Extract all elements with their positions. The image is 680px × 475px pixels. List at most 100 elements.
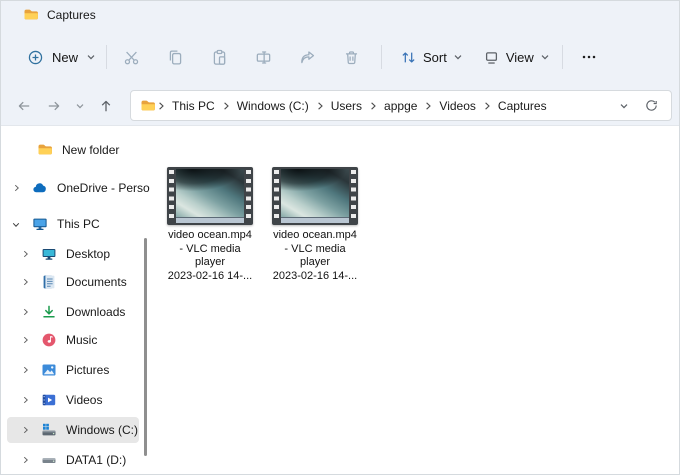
explorer-tab-captures[interactable]: Captures bbox=[13, 1, 106, 29]
back-icon bbox=[16, 98, 32, 114]
copy-button[interactable] bbox=[159, 40, 191, 74]
sidebar-item-desktop[interactable]: Desktop bbox=[7, 241, 139, 267]
chevron-right-icon[interactable] bbox=[19, 335, 31, 345]
filmstrip-sprockets-left bbox=[169, 170, 174, 222]
file-name-line: 2023-02-16 14-... bbox=[265, 270, 365, 284]
window-chrome: Captures New bbox=[1, 1, 679, 126]
breadcrumb-chevron-icon[interactable] bbox=[156, 101, 166, 111]
sidebar-item-downloads[interactable]: Downloads bbox=[7, 299, 139, 325]
file-name-line: 2023-02-16 14-... bbox=[160, 270, 260, 284]
sidebar-item-data1-d[interactable]: DATA1 (D:) bbox=[7, 447, 139, 473]
breadcrumb-chevron-icon[interactable] bbox=[221, 101, 231, 111]
paste-button[interactable] bbox=[203, 40, 235, 74]
rename-button[interactable] bbox=[247, 40, 279, 74]
dropdown-chevron-icon bbox=[619, 101, 629, 111]
breadcrumb-videos[interactable]: Videos bbox=[433, 99, 481, 113]
ocean-video-frame bbox=[281, 169, 349, 223]
chevron-down-icon bbox=[540, 52, 550, 62]
up-button[interactable] bbox=[91, 91, 121, 121]
recent-locations-button[interactable] bbox=[69, 91, 91, 121]
chevron-right-icon[interactable] bbox=[19, 455, 31, 465]
file-item-video-ocean-2[interactable]: video ocean.mp4 - VLC media player 2023-… bbox=[265, 167, 365, 283]
sidebar-item-this-pc[interactable]: This PC bbox=[7, 211, 139, 237]
delete-icon bbox=[343, 49, 360, 66]
breadcrumb-windows-c[interactable]: Windows (C:) bbox=[231, 99, 315, 113]
forward-button[interactable] bbox=[39, 91, 69, 121]
sidebar-item-videos[interactable]: Videos bbox=[7, 387, 139, 413]
chevron-right-icon[interactable] bbox=[19, 277, 31, 287]
cut-button[interactable] bbox=[115, 40, 147, 74]
sidebar-item-documents[interactable]: Documents bbox=[7, 269, 139, 295]
desktop-icon bbox=[41, 246, 57, 262]
sidebar-item-label: Windows (C:) bbox=[66, 423, 138, 437]
breadcrumb-appge[interactable]: appge bbox=[378, 99, 423, 113]
address-row: This PC Windows (C:) Users appge Videos … bbox=[1, 85, 679, 126]
breadcrumb-chevron-icon[interactable] bbox=[315, 101, 325, 111]
sidebar-item-label: Pictures bbox=[66, 363, 109, 377]
vlc-toolbar-strip bbox=[176, 217, 244, 223]
forward-icon bbox=[46, 98, 62, 114]
titlebar: Captures bbox=[1, 1, 679, 29]
chevron-down-icon[interactable] bbox=[10, 221, 22, 228]
file-name-label: video ocean.mp4 - VLC media player 2023-… bbox=[265, 229, 365, 283]
music-icon bbox=[41, 332, 57, 348]
chevron-right-icon[interactable] bbox=[19, 395, 31, 405]
chevron-right-icon[interactable] bbox=[19, 307, 31, 317]
recent-locations-icon bbox=[75, 101, 85, 111]
more-options-button[interactable] bbox=[573, 40, 605, 74]
breadcrumb-chevron-icon[interactable] bbox=[482, 101, 492, 111]
file-name-line: - VLC media bbox=[160, 243, 260, 257]
chevron-right-icon[interactable] bbox=[19, 425, 31, 435]
chevron-right-icon[interactable] bbox=[19, 249, 31, 259]
refresh-button[interactable] bbox=[637, 93, 665, 119]
navigation-pane: New folder OneDrive - Perso This PC bbox=[1, 126, 151, 474]
toolbar-divider bbox=[106, 45, 107, 69]
sidebar-scrollbar[interactable] bbox=[144, 238, 147, 456]
video-filmstrip-thumbnail bbox=[272, 167, 358, 225]
breadcrumb-captures[interactable]: Captures bbox=[492, 99, 553, 113]
back-button[interactable] bbox=[9, 91, 39, 121]
sidebar-item-label: OneDrive - Perso bbox=[57, 181, 150, 195]
rename-icon bbox=[255, 49, 272, 66]
chevron-right-icon[interactable] bbox=[10, 183, 22, 193]
sidebar-item-label: Downloads bbox=[66, 305, 125, 319]
view-button-label: View bbox=[506, 50, 534, 65]
sidebar-item-windows-c[interactable]: Windows (C:) bbox=[7, 417, 139, 443]
filmstrip-sprockets-left bbox=[274, 170, 279, 222]
file-name-line: player bbox=[265, 256, 365, 270]
delete-button[interactable] bbox=[335, 40, 367, 74]
breadcrumb-chevron-icon[interactable] bbox=[423, 101, 433, 111]
address-bar[interactable]: This PC Windows (C:) Users appge Videos … bbox=[130, 90, 672, 121]
command-bar: New bbox=[1, 29, 679, 85]
breadcrumb-this-pc[interactable]: This PC bbox=[166, 99, 221, 113]
sort-button[interactable]: Sort bbox=[390, 40, 473, 74]
share-button[interactable] bbox=[291, 40, 323, 74]
filmstrip-sprockets-right bbox=[246, 170, 251, 222]
pictures-icon bbox=[41, 362, 57, 378]
file-item-video-ocean-1[interactable]: video ocean.mp4 - VLC media player 2023-… bbox=[160, 167, 260, 283]
address-dropdown-button[interactable] bbox=[611, 93, 637, 119]
folder-icon[interactable] bbox=[140, 98, 156, 114]
file-name-label: video ocean.mp4 - VLC media player 2023-… bbox=[160, 229, 260, 283]
view-button[interactable]: View bbox=[473, 40, 560, 74]
ocean-video-frame bbox=[176, 169, 244, 223]
tab-title: Captures bbox=[47, 8, 96, 22]
chevron-right-icon[interactable] bbox=[19, 365, 31, 375]
refresh-icon bbox=[644, 98, 659, 113]
breadcrumb-users[interactable]: Users bbox=[325, 99, 368, 113]
folder-icon bbox=[37, 142, 53, 158]
sidebar-item-new-folder[interactable]: New folder bbox=[7, 137, 139, 163]
file-name-line: player bbox=[160, 256, 260, 270]
sidebar-item-onedrive[interactable]: OneDrive - Perso bbox=[7, 175, 139, 201]
sort-button-label: Sort bbox=[423, 50, 447, 65]
sidebar-item-music[interactable]: Music bbox=[7, 327, 139, 353]
sidebar-item-pictures[interactable]: Pictures bbox=[7, 357, 139, 383]
breadcrumb-chevron-icon[interactable] bbox=[368, 101, 378, 111]
documents-icon bbox=[41, 274, 57, 290]
new-button[interactable]: New bbox=[19, 40, 104, 74]
sidebar-item-label: DATA1 (D:) bbox=[66, 453, 126, 467]
sidebar-item-label: New folder bbox=[62, 143, 119, 157]
plus-circle-icon bbox=[27, 49, 44, 66]
filmstrip-sprockets-right bbox=[351, 170, 356, 222]
sort-arrows-icon bbox=[400, 49, 417, 66]
